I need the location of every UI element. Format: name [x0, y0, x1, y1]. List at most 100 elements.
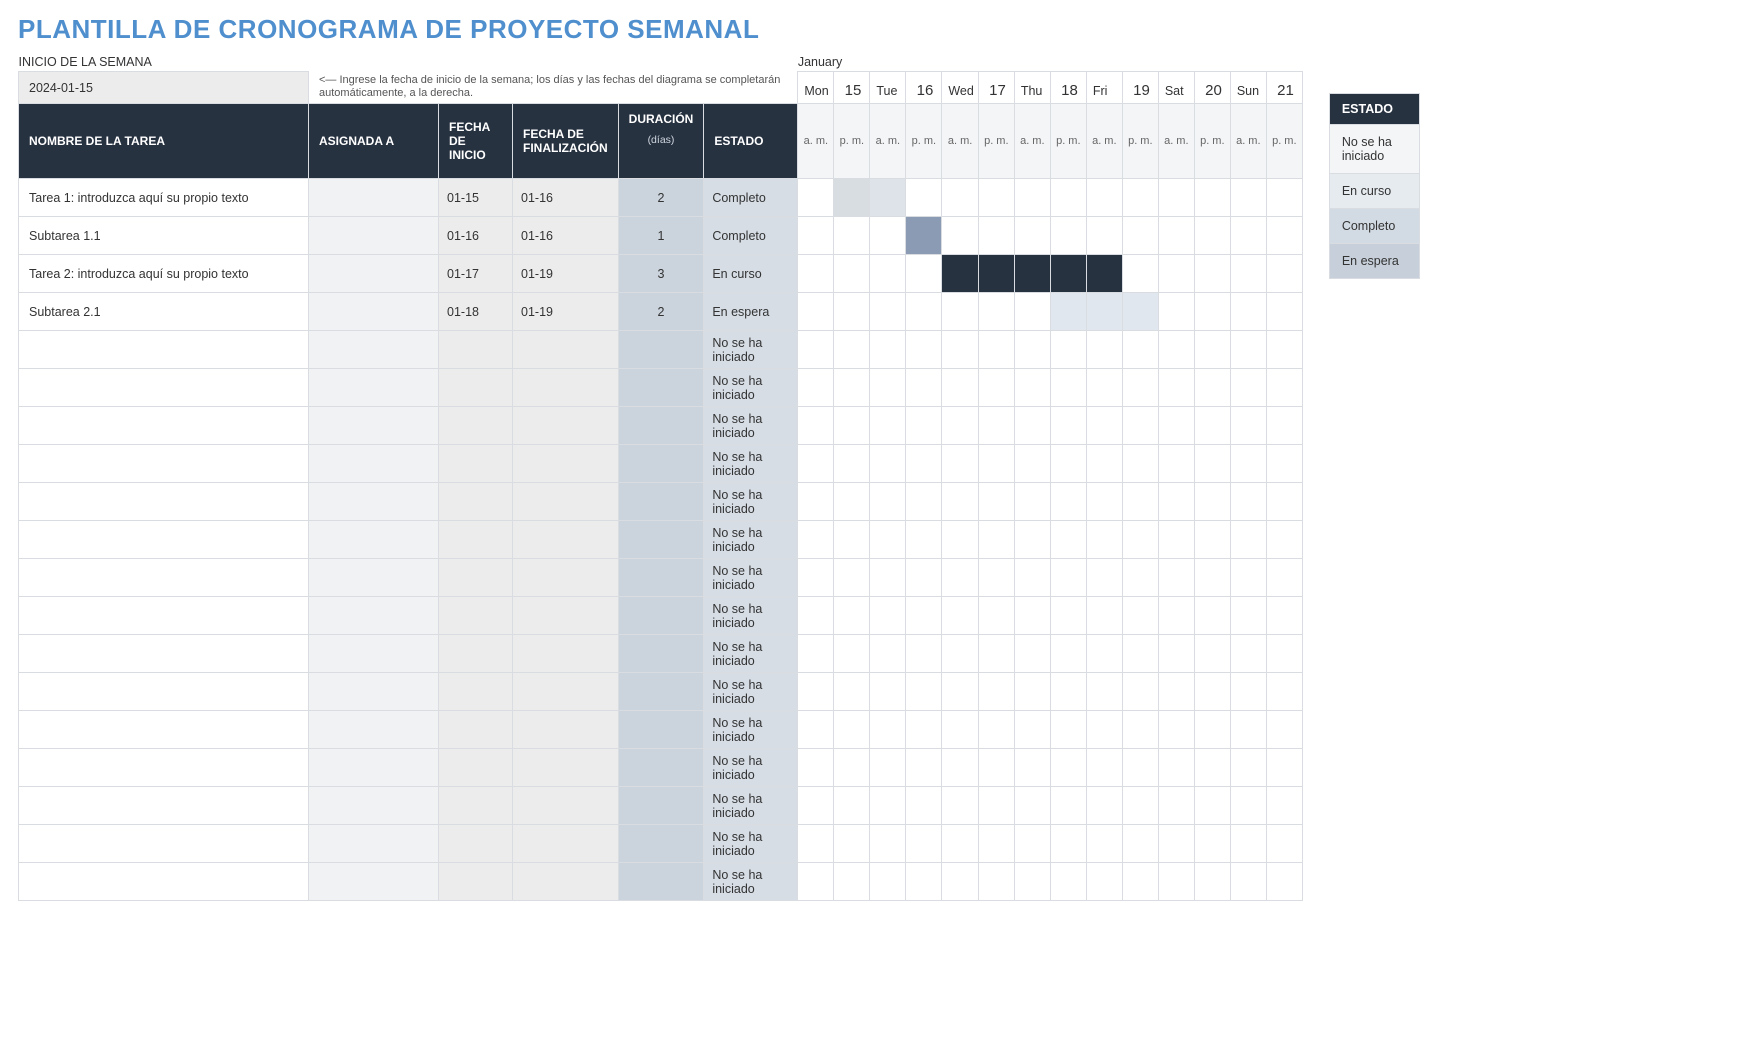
gantt-cell[interactable] [1122, 445, 1158, 483]
gantt-cell[interactable] [1122, 331, 1158, 369]
status-cell[interactable]: No se ha iniciado [704, 711, 798, 749]
gantt-cell[interactable] [1230, 293, 1266, 331]
task-name-cell[interactable] [19, 407, 309, 445]
gantt-cell[interactable] [870, 825, 906, 863]
gantt-cell[interactable] [1050, 559, 1086, 597]
gantt-cell[interactable] [798, 521, 834, 559]
gantt-cell[interactable] [1014, 331, 1050, 369]
gantt-cell[interactable] [978, 483, 1014, 521]
gantt-cell[interactable] [942, 559, 978, 597]
gantt-cell[interactable] [978, 749, 1014, 787]
task-name-cell[interactable] [19, 597, 309, 635]
gantt-cell[interactable] [1014, 673, 1050, 711]
gantt-cell[interactable] [798, 635, 834, 673]
gantt-cell[interactable] [1050, 749, 1086, 787]
gantt-cell[interactable] [1266, 673, 1302, 711]
gantt-cell[interactable] [1086, 787, 1122, 825]
task-name-cell[interactable]: Tarea 1: introduzca aquí su propio texto [19, 179, 309, 217]
gantt-cell[interactable] [1014, 293, 1050, 331]
assigned-cell[interactable] [309, 635, 439, 673]
gantt-cell[interactable] [1158, 787, 1194, 825]
gantt-cell[interactable] [1194, 597, 1230, 635]
gantt-cell[interactable] [834, 635, 870, 673]
gantt-cell[interactable] [906, 635, 942, 673]
gantt-cell[interactable] [1266, 369, 1302, 407]
gantt-cell[interactable] [978, 217, 1014, 255]
gantt-cell[interactable] [1158, 483, 1194, 521]
gantt-cell[interactable] [906, 521, 942, 559]
gantt-cell[interactable] [1050, 217, 1086, 255]
assigned-cell[interactable] [309, 255, 439, 293]
status-cell[interactable]: No se ha iniciado [704, 863, 798, 901]
gantt-cell[interactable] [1086, 407, 1122, 445]
assigned-cell[interactable] [309, 863, 439, 901]
gantt-cell[interactable] [1014, 217, 1050, 255]
gantt-cell[interactable] [1194, 331, 1230, 369]
gantt-cell[interactable] [942, 293, 978, 331]
gantt-cell[interactable] [1266, 255, 1302, 293]
gantt-cell[interactable] [1194, 521, 1230, 559]
gantt-cell[interactable] [1266, 787, 1302, 825]
gantt-cell[interactable] [1158, 255, 1194, 293]
status-cell[interactable]: No se ha iniciado [704, 787, 798, 825]
gantt-cell[interactable] [978, 369, 1014, 407]
gantt-cell[interactable] [1266, 749, 1302, 787]
end-date-cell[interactable] [513, 635, 619, 673]
gantt-cell[interactable] [906, 559, 942, 597]
gantt-cell[interactable] [978, 825, 1014, 863]
gantt-cell[interactable] [978, 331, 1014, 369]
gantt-cell[interactable] [1122, 483, 1158, 521]
gantt-cell[interactable] [1122, 407, 1158, 445]
end-date-cell[interactable] [513, 559, 619, 597]
gantt-cell[interactable] [870, 407, 906, 445]
task-name-cell[interactable]: Subtarea 1.1 [19, 217, 309, 255]
gantt-cell[interactable] [1158, 407, 1194, 445]
gantt-cell[interactable] [1086, 559, 1122, 597]
gantt-cell[interactable] [978, 787, 1014, 825]
gantt-cell[interactable] [870, 293, 906, 331]
gantt-cell[interactable] [1158, 863, 1194, 901]
gantt-cell[interactable] [942, 673, 978, 711]
assigned-cell[interactable] [309, 787, 439, 825]
status-cell[interactable]: No se ha iniciado [704, 559, 798, 597]
status-cell[interactable]: En espera [704, 293, 798, 331]
gantt-cell[interactable] [1086, 825, 1122, 863]
gantt-cell[interactable] [1122, 179, 1158, 217]
gantt-cell[interactable] [1266, 863, 1302, 901]
duration-cell[interactable] [618, 825, 704, 863]
gantt-cell[interactable] [906, 673, 942, 711]
end-date-cell[interactable] [513, 483, 619, 521]
start-date-cell[interactable]: 01-15 [439, 179, 513, 217]
gantt-cell[interactable] [870, 559, 906, 597]
task-name-cell[interactable] [19, 749, 309, 787]
task-name-cell[interactable]: Tarea 2: introduzca aquí su propio texto [19, 255, 309, 293]
gantt-cell[interactable] [1266, 521, 1302, 559]
assigned-cell[interactable] [309, 825, 439, 863]
gantt-cell[interactable] [942, 407, 978, 445]
gantt-cell[interactable] [1158, 445, 1194, 483]
gantt-cell[interactable] [978, 179, 1014, 217]
gantt-cell[interactable] [1014, 179, 1050, 217]
gantt-cell[interactable] [870, 711, 906, 749]
status-cell[interactable]: No se ha iniciado [704, 673, 798, 711]
assigned-cell[interactable] [309, 673, 439, 711]
gantt-cell[interactable] [1266, 559, 1302, 597]
status-cell[interactable]: No se ha iniciado [704, 445, 798, 483]
task-name-cell[interactable] [19, 445, 309, 483]
gantt-cell[interactable] [798, 597, 834, 635]
start-date-cell[interactable] [439, 445, 513, 483]
end-date-cell[interactable] [513, 521, 619, 559]
gantt-cell[interactable] [1122, 749, 1158, 787]
gantt-cell[interactable] [1014, 521, 1050, 559]
gantt-cell[interactable] [1194, 711, 1230, 749]
gantt-cell[interactable] [870, 521, 906, 559]
duration-cell[interactable] [618, 597, 704, 635]
gantt-cell[interactable] [1266, 293, 1302, 331]
duration-cell[interactable] [618, 369, 704, 407]
gantt-cell[interactable] [1158, 673, 1194, 711]
gantt-cell[interactable] [906, 407, 942, 445]
duration-cell[interactable] [618, 407, 704, 445]
gantt-cell[interactable] [1122, 559, 1158, 597]
gantt-cell[interactable] [1230, 445, 1266, 483]
gantt-cell[interactable] [1158, 825, 1194, 863]
